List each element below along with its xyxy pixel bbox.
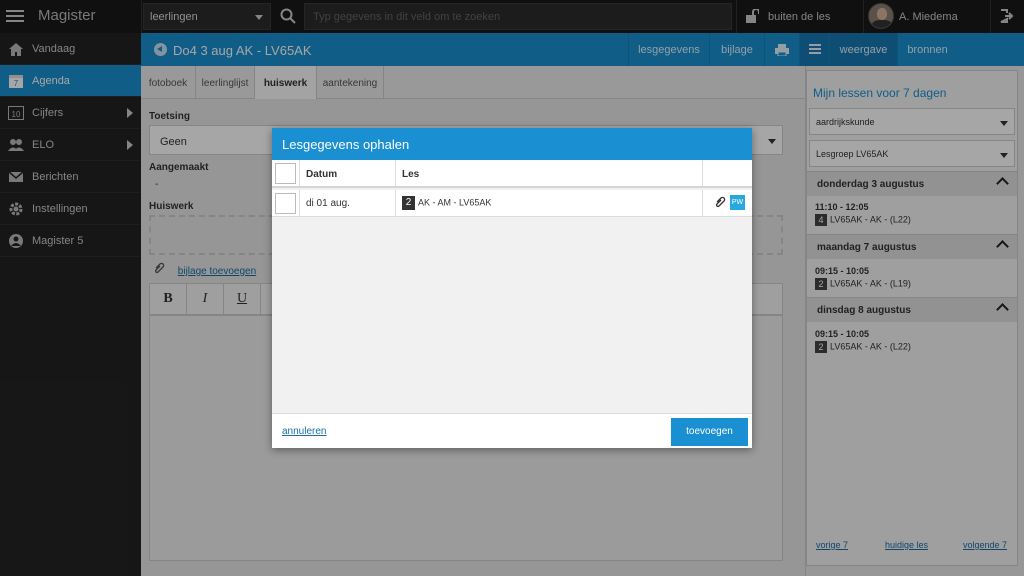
table-row[interactable]: di 01 aug. 2 AK - AM - LV65AK PW bbox=[272, 190, 752, 217]
select-all-cell bbox=[272, 160, 300, 186]
toevoegen-button[interactable]: toevoegen bbox=[671, 418, 748, 446]
row-select-cell bbox=[272, 190, 300, 216]
column-datum[interactable]: Datum bbox=[300, 160, 396, 186]
column-les[interactable]: Les bbox=[396, 160, 703, 186]
pw-badge: PW bbox=[730, 195, 745, 210]
select-all-checkbox[interactable] bbox=[275, 163, 296, 184]
hour-badge: 2 bbox=[402, 196, 415, 210]
dialog-title: Lesgegevens ophalen bbox=[272, 128, 752, 160]
lesgegevens-dialog: Lesgegevens ophalen Datum Les di 01 aug.… bbox=[272, 128, 752, 448]
column-extra bbox=[703, 160, 752, 186]
cancel-button[interactable]: annuleren bbox=[282, 426, 326, 437]
dialog-body: Datum Les di 01 aug. 2 AK - AM - LV65AK P… bbox=[272, 160, 752, 413]
row-les: 2 AK - AM - LV65AK bbox=[396, 190, 703, 216]
row-checkbox[interactable] bbox=[275, 193, 296, 214]
table-header: Datum Les bbox=[272, 160, 752, 188]
row-les-label: AK - AM - LV65AK bbox=[418, 197, 492, 208]
paperclip-icon bbox=[715, 196, 726, 208]
row-datum: di 01 aug. bbox=[300, 190, 396, 216]
dialog-footer: annuleren toevoegen bbox=[272, 413, 752, 448]
